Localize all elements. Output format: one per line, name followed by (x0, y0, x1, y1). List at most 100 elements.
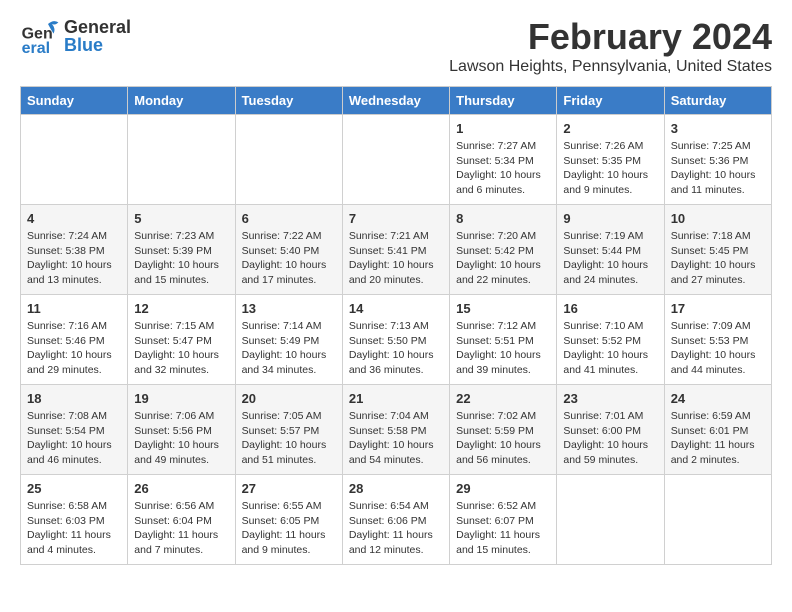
day-number: 10 (671, 211, 765, 226)
day-info: Sunrise: 7:08 AM Sunset: 5:54 PM Dayligh… (27, 409, 121, 468)
day-info: Sunrise: 7:25 AM Sunset: 5:36 PM Dayligh… (671, 139, 765, 198)
calendar-cell: 6 Sunrise: 7:22 AM Sunset: 5:40 PM Daylig… (235, 205, 342, 295)
day-info: Sunrise: 7:13 AM Sunset: 5:50 PM Dayligh… (349, 319, 443, 378)
calendar-cell: 19 Sunrise: 7:06 AM Sunset: 5:56 PM Dayli… (128, 385, 235, 475)
day-info: Sunrise: 7:21 AM Sunset: 5:41 PM Dayligh… (349, 229, 443, 288)
calendar-cell: 7 Sunrise: 7:21 AM Sunset: 5:41 PM Daylig… (342, 205, 449, 295)
calendar-cell: 29 Sunrise: 6:52 AM Sunset: 6:07 PM Dayli… (450, 475, 557, 565)
col-header-monday: Monday (128, 87, 235, 115)
calendar-cell: 1 Sunrise: 7:27 AM Sunset: 5:34 PM Daylig… (450, 115, 557, 205)
day-number: 12 (134, 301, 228, 316)
calendar-cell: 28 Sunrise: 6:54 AM Sunset: 6:06 PM Dayli… (342, 475, 449, 565)
calendar-cell: 2Sunrise: 7:26 AM Sunset: 5:35 PM Daylig… (557, 115, 664, 205)
day-info: Sunrise: 7:10 AM Sunset: 5:52 PM Dayligh… (563, 319, 657, 378)
day-number: 29 (456, 481, 550, 496)
day-info: Sunrise: 7:09 AM Sunset: 5:53 PM Dayligh… (671, 319, 765, 378)
col-header-tuesday: Tuesday (235, 87, 342, 115)
day-number: 20 (242, 391, 336, 406)
day-number: 4 (27, 211, 121, 226)
day-number: 26 (134, 481, 228, 496)
day-number: 7 (349, 211, 443, 226)
day-number: 2 (563, 121, 657, 136)
col-header-friday: Friday (557, 87, 664, 115)
day-info: Sunrise: 7:19 AM Sunset: 5:44 PM Dayligh… (563, 229, 657, 288)
day-info: Sunrise: 6:55 AM Sunset: 6:05 PM Dayligh… (242, 499, 336, 558)
calendar-cell (128, 115, 235, 205)
day-number: 22 (456, 391, 550, 406)
day-number: 11 (27, 301, 121, 316)
calendar-cell (21, 115, 128, 205)
day-info: Sunrise: 7:06 AM Sunset: 5:56 PM Dayligh… (134, 409, 228, 468)
calendar-cell: 4 Sunrise: 7:24 AM Sunset: 5:38 PM Daylig… (21, 205, 128, 295)
calendar-cell: 25Sunrise: 6:58 AM Sunset: 6:03 PM Dayli… (21, 475, 128, 565)
calendar-cell: 11 Sunrise: 7:16 AM Sunset: 5:46 PM Dayli… (21, 295, 128, 385)
day-number: 27 (242, 481, 336, 496)
calendar-cell: 10 Sunrise: 7:18 AM Sunset: 5:45 PM Dayli… (664, 205, 771, 295)
day-number: 5 (134, 211, 228, 226)
day-number: 1 (456, 121, 550, 136)
calendar-cell: 5 Sunrise: 7:23 AM Sunset: 5:39 PM Daylig… (128, 205, 235, 295)
day-number: 15 (456, 301, 550, 316)
day-number: 13 (242, 301, 336, 316)
logo-icon: Gen eral (20, 16, 60, 56)
calendar-cell: 22 Sunrise: 7:02 AM Sunset: 5:59 PM Dayli… (450, 385, 557, 475)
day-info: Sunrise: 6:56 AM Sunset: 6:04 PM Dayligh… (134, 499, 228, 558)
day-info: Sunrise: 6:58 AM Sunset: 6:03 PM Dayligh… (27, 499, 121, 558)
calendar-cell: 16 Sunrise: 7:10 AM Sunset: 5:52 PM Dayli… (557, 295, 664, 385)
day-info: Sunrise: 7:02 AM Sunset: 5:59 PM Dayligh… (456, 409, 550, 468)
calendar-cell: 14 Sunrise: 7:13 AM Sunset: 5:50 PM Dayli… (342, 295, 449, 385)
day-info: Sunrise: 6:59 AM Sunset: 6:01 PM Dayligh… (671, 409, 765, 468)
calendar-cell: 27 Sunrise: 6:55 AM Sunset: 6:05 PM Dayli… (235, 475, 342, 565)
week-row-3: 11 Sunrise: 7:16 AM Sunset: 5:46 PM Dayli… (21, 295, 772, 385)
calendar-cell: 17 Sunrise: 7:09 AM Sunset: 5:53 PM Dayli… (664, 295, 771, 385)
logo-blue: Blue (64, 36, 131, 54)
day-info: Sunrise: 7:16 AM Sunset: 5:46 PM Dayligh… (27, 319, 121, 378)
calendar-cell (342, 115, 449, 205)
week-row-4: 18Sunrise: 7:08 AM Sunset: 5:54 PM Dayli… (21, 385, 772, 475)
week-row-1: 1 Sunrise: 7:27 AM Sunset: 5:34 PM Daylig… (21, 115, 772, 205)
title-block: February 2024 Lawson Heights, Pennsylvan… (449, 16, 772, 76)
col-header-wednesday: Wednesday (342, 87, 449, 115)
calendar-cell: 3 Sunrise: 7:25 AM Sunset: 5:36 PM Daylig… (664, 115, 771, 205)
day-number: 9 (563, 211, 657, 226)
day-info: Sunrise: 7:15 AM Sunset: 5:47 PM Dayligh… (134, 319, 228, 378)
calendar-cell (235, 115, 342, 205)
main-title: February 2024 (449, 16, 772, 58)
page-header: Gen eral General Blue February 2024 Laws… (20, 16, 772, 76)
day-info: Sunrise: 7:04 AM Sunset: 5:58 PM Dayligh… (349, 409, 443, 468)
col-header-thursday: Thursday (450, 87, 557, 115)
day-info: Sunrise: 7:05 AM Sunset: 5:57 PM Dayligh… (242, 409, 336, 468)
svg-text:eral: eral (22, 40, 50, 56)
day-info: Sunrise: 7:23 AM Sunset: 5:39 PM Dayligh… (134, 229, 228, 288)
calendar-cell: 8Sunrise: 7:20 AM Sunset: 5:42 PM Daylig… (450, 205, 557, 295)
day-number: 17 (671, 301, 765, 316)
day-info: Sunrise: 7:24 AM Sunset: 5:38 PM Dayligh… (27, 229, 121, 288)
day-info: Sunrise: 7:14 AM Sunset: 5:49 PM Dayligh… (242, 319, 336, 378)
day-number: 3 (671, 121, 765, 136)
col-header-sunday: Sunday (21, 87, 128, 115)
day-info: Sunrise: 7:18 AM Sunset: 5:45 PM Dayligh… (671, 229, 765, 288)
day-number: 28 (349, 481, 443, 496)
calendar-cell: 21 Sunrise: 7:04 AM Sunset: 5:58 PM Dayli… (342, 385, 449, 475)
calendar-cell (557, 475, 664, 565)
logo-text: General Blue (64, 18, 131, 54)
col-header-saturday: Saturday (664, 87, 771, 115)
day-info: Sunrise: 7:27 AM Sunset: 5:34 PM Dayligh… (456, 139, 550, 198)
day-number: 14 (349, 301, 443, 316)
calendar-cell (664, 475, 771, 565)
day-number: 21 (349, 391, 443, 406)
logo: Gen eral General Blue (20, 16, 131, 56)
day-info: Sunrise: 7:22 AM Sunset: 5:40 PM Dayligh… (242, 229, 336, 288)
day-info: Sunrise: 7:12 AM Sunset: 5:51 PM Dayligh… (456, 319, 550, 378)
day-number: 6 (242, 211, 336, 226)
calendar-cell: 12 Sunrise: 7:15 AM Sunset: 5:47 PM Dayli… (128, 295, 235, 385)
calendar-cell: 18Sunrise: 7:08 AM Sunset: 5:54 PM Dayli… (21, 385, 128, 475)
day-number: 19 (134, 391, 228, 406)
day-number: 8 (456, 211, 550, 226)
day-info: Sunrise: 6:52 AM Sunset: 6:07 PM Dayligh… (456, 499, 550, 558)
calendar-table: SundayMondayTuesdayWednesdayThursdayFrid… (20, 86, 772, 565)
day-info: Sunrise: 7:01 AM Sunset: 6:00 PM Dayligh… (563, 409, 657, 468)
day-info: Sunrise: 6:54 AM Sunset: 6:06 PM Dayligh… (349, 499, 443, 558)
day-number: 16 (563, 301, 657, 316)
calendar-cell: 26 Sunrise: 6:56 AM Sunset: 6:04 PM Dayli… (128, 475, 235, 565)
